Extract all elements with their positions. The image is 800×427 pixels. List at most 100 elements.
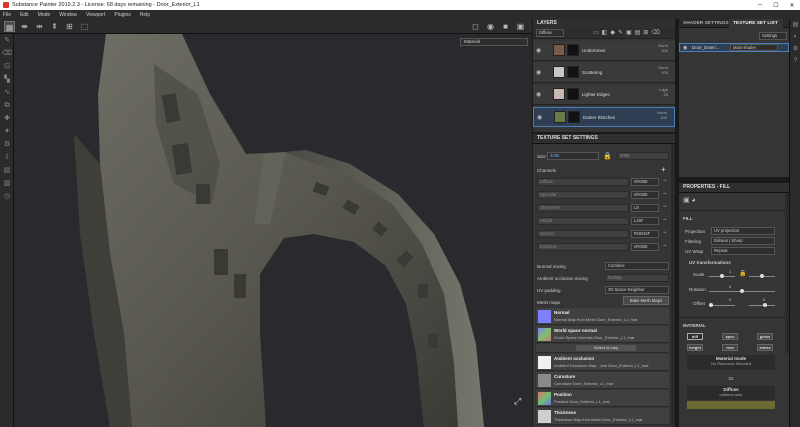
menu-plugins[interactable]: Plugins	[114, 12, 130, 18]
channel-format[interactable]: L16F	[631, 217, 659, 225]
viewport-mode-icon[interactable]: ◻	[470, 21, 481, 32]
shelf-icon[interactable]: ▤	[0, 164, 14, 177]
eye-icon[interactable]: ◉	[536, 69, 541, 76]
layer-tools-icon[interactable]: ▭◧◆✎▣▤⊞⌫	[593, 29, 663, 36]
material-picker-icon[interactable]: ✚	[0, 112, 14, 125]
layer-opacity[interactable]: 100	[661, 48, 668, 53]
scale-slider-2-handle[interactable]	[760, 274, 764, 278]
remove-channel-icon[interactable]: −	[663, 204, 667, 210]
menu-window[interactable]: Window	[59, 12, 77, 18]
history-icon[interactable]: ◷	[0, 190, 14, 203]
filtering-select[interactable]: Bilinear | Sharp	[711, 237, 775, 245]
paint-icon[interactable]: ✎	[0, 34, 14, 47]
channel-button-diff[interactable]: diff	[687, 333, 703, 340]
channel-select[interactable]: Diffuse	[536, 29, 564, 37]
menu-help[interactable]: Help	[140, 12, 150, 18]
environment-icon[interactable]: ◉	[485, 21, 496, 32]
offset-y-value[interactable]: 0	[763, 297, 765, 302]
layer-opacity[interactable]: 25	[664, 92, 668, 97]
select-id-map-button[interactable]: Select id map	[576, 345, 636, 351]
remove-channel-icon[interactable]: −	[663, 217, 667, 223]
texture-set-row[interactable]: ◉ Door_Exteri... Main shader	[679, 43, 789, 52]
channel-button-height[interactable]: height	[687, 344, 703, 351]
smudge-icon[interactable]: ∿	[0, 86, 14, 99]
diffuse-color-swatch[interactable]	[687, 401, 775, 409]
shader-select[interactable]: Main shader	[730, 44, 778, 51]
viewer-settings-icon[interactable]: ⚙	[790, 43, 800, 55]
eye-icon[interactable]: ◉	[536, 47, 541, 54]
projection-icon[interactable]: ⊡	[0, 60, 14, 73]
split-icon[interactable]: ⇞	[49, 21, 60, 32]
mesh-map-slot[interactable]: Curvature Curvature Door_Exterior_L1_mat	[536, 372, 669, 389]
frame-icon[interactable]: ⬚	[79, 21, 90, 32]
settings-icon[interactable]: ⚙	[0, 138, 14, 151]
align-icon[interactable]: ⇼	[19, 21, 30, 32]
projection-select[interactable]: UV projection	[711, 227, 775, 235]
minimize-icon[interactable]: ─	[752, 2, 768, 9]
channel-format[interactable]: sRGB8	[631, 178, 659, 186]
help-icon[interactable]: ?	[790, 55, 800, 67]
eye-icon[interactable]: ◉	[536, 91, 541, 98]
scale-value[interactable]: 1	[729, 269, 731, 274]
close-icon[interactable]: ✕	[784, 2, 800, 9]
clone-icon[interactable]: ⧉	[0, 99, 14, 112]
maximize-icon[interactable]: ☐	[768, 2, 784, 9]
channel-button-gloss[interactable]: gloss	[757, 333, 773, 340]
layer-opacity[interactable]: 100	[660, 115, 667, 120]
layer-row[interactable]: ◉ Lighter Edges Ldge 25	[533, 85, 675, 105]
rotation-slider-handle[interactable]	[740, 289, 744, 293]
tab-shader-settings[interactable]: SHADER SETTINGS	[679, 19, 729, 28]
uv-wrap-select[interactable]: Repeat	[711, 247, 775, 255]
size-select-2[interactable]: 4096	[617, 152, 669, 160]
lock-icon[interactable]: 🔒	[739, 270, 746, 277]
tss-scrollbar[interactable]	[671, 144, 675, 427]
symmetry-icon[interactable]: ⇹	[34, 21, 45, 32]
normal-mixing-select[interactable]: Combine	[605, 262, 669, 270]
bake-mesh-maps-button[interactable]: Bake Mesh Maps	[623, 296, 669, 305]
uv-padding-select[interactable]: 3D Space Neighbor	[605, 286, 669, 294]
eye-icon[interactable]: ◉	[683, 45, 687, 51]
layer-row[interactable]: ◉ Scattering Norm 100	[533, 63, 675, 83]
ao-mixing-select[interactable]: Multiply	[605, 274, 669, 282]
rotation-value[interactable]: 0	[729, 284, 731, 289]
export-icon[interactable]: ⇩	[0, 151, 14, 164]
material-mode-box[interactable]: Material mode No Resource Selected	[687, 355, 775, 370]
channel-format[interactable]: sRGB8	[631, 243, 659, 251]
remove-channel-icon[interactable]: −	[663, 191, 667, 197]
scale-slider-handle[interactable]	[720, 274, 724, 278]
texture-set-list-icon[interactable]: ▤	[790, 19, 800, 31]
add-channel-icon[interactable]: +	[661, 165, 666, 174]
channel-button-nrm[interactable]: nrm	[722, 344, 738, 351]
channel-button-spec[interactable]: spec	[722, 333, 738, 340]
remove-channel-icon[interactable]: −	[663, 230, 667, 236]
channel-format[interactable]: L8	[631, 204, 659, 212]
remove-channel-icon[interactable]: −	[663, 178, 667, 184]
mesh-map-slot[interactable]: World space normal World Space Normals D…	[536, 326, 669, 343]
display-settings-icon[interactable]: ◐	[790, 31, 800, 43]
camera-icon[interactable]: ■	[500, 21, 511, 32]
size-select[interactable]: 4096	[547, 152, 599, 160]
menu-viewport[interactable]: Viewport	[86, 12, 105, 18]
remove-channel-icon[interactable]: −	[663, 243, 667, 249]
offset-y-handle[interactable]	[763, 303, 767, 307]
offset-x-handle[interactable]	[709, 303, 713, 307]
channel-button-emiss[interactable]: emiss	[757, 344, 773, 351]
menu-file[interactable]: File	[3, 12, 11, 18]
eraser-icon[interactable]: ⌫	[0, 47, 14, 60]
log-icon[interactable]: ▥	[0, 177, 14, 190]
tab-texture-set-list[interactable]: TEXTURE SET LIST	[729, 19, 783, 28]
fill-preview-icon[interactable]: ▣ ◕	[683, 196, 696, 204]
channel-format[interactable]: sRGB8	[631, 191, 659, 199]
mesh-map-slot[interactable]: Ambient occlusion Ambient Occlusion Map …	[536, 354, 669, 371]
eye-icon[interactable]: ◉	[537, 114, 542, 121]
mesh-map-slot[interactable]: Normal Normal Map from Mesh Door_Exterio…	[536, 308, 669, 325]
lock-icon[interactable]: 🔒	[603, 152, 612, 160]
offset-x-value[interactable]: 0	[729, 297, 731, 302]
geometry-fill-icon[interactable]: ▚	[0, 73, 14, 86]
mesh-map-slot[interactable]: Position Position Door_Exterior_L1_mat	[536, 390, 669, 407]
channel-format[interactable]: RGB16F	[631, 230, 659, 238]
settings-select[interactable]: Settings	[759, 32, 787, 40]
offset-y-slider[interactable]	[749, 305, 775, 306]
bake-icon[interactable]: ✦	[0, 125, 14, 138]
layer-row[interactable]: ◉ Undertones Norm 100	[533, 41, 675, 61]
